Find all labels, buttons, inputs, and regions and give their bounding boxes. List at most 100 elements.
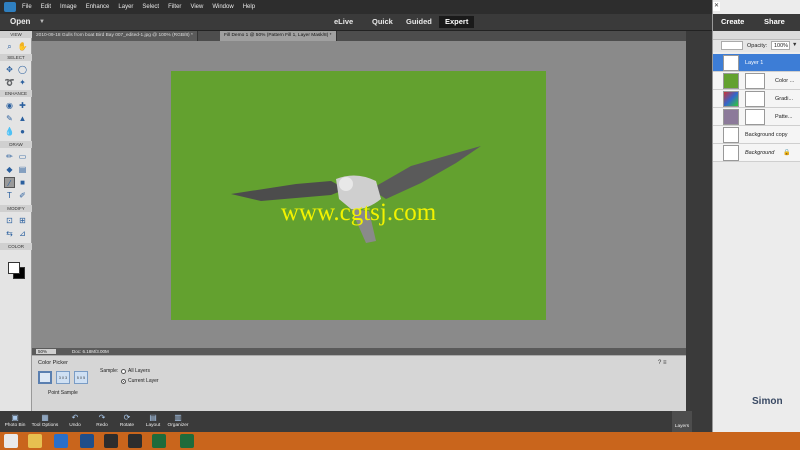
layer-thumbnail (723, 127, 739, 143)
menu-view[interactable]: View (190, 4, 203, 10)
layer-row[interactable]: Patte... (713, 108, 800, 126)
start-icon[interactable] (4, 434, 18, 448)
straighten-tool-icon[interactable]: ⊿ (17, 228, 28, 239)
layer-row[interactable]: Background 🔒 (713, 144, 800, 162)
undo-button[interactable]: ↶ Undo (60, 413, 90, 428)
tab-guided[interactable]: Guided (400, 16, 438, 28)
undo-label: Undo (69, 423, 81, 428)
app-logo-icon (4, 2, 16, 12)
layer-row[interactable]: Background copy (713, 126, 800, 144)
camtasia-icon[interactable] (152, 434, 166, 448)
shape-tool-icon[interactable]: ■ (17, 177, 28, 188)
tab-quick[interactable]: Quick (366, 16, 399, 28)
radio-current-layer[interactable]: Current Layer (121, 378, 159, 384)
menu-enhance[interactable]: Enhance (86, 4, 110, 10)
tool-options-label: Tool Options (31, 423, 59, 428)
canvas-area[interactable]: www.cgtsj.com (32, 41, 686, 348)
sample-heading: Sample: (100, 368, 119, 374)
organizer-icon: ▥ (174, 413, 182, 422)
crop-tool-icon[interactable]: ⊡ (4, 215, 15, 226)
menu-image[interactable]: Image (60, 4, 77, 10)
tab-expert[interactable]: Expert (439, 16, 475, 28)
menu-filter[interactable]: Filter (168, 4, 181, 10)
sample-5x5-button[interactable]: 5 X 5 (74, 371, 88, 384)
zoom-level[interactable]: 50% (36, 349, 56, 354)
move-tool-icon[interactable]: ✥ (4, 64, 15, 75)
red-eye-icon[interactable]: ◉ (4, 100, 15, 111)
gradient-tool-icon[interactable]: ▤ (17, 164, 28, 175)
app-icon[interactable] (128, 434, 142, 448)
blur-tool-icon[interactable]: 💧 (4, 126, 15, 137)
photo-bin-icon: ▣ (11, 413, 19, 422)
content-move-icon[interactable]: ⇆ (4, 228, 15, 239)
tab-elive[interactable]: eLive (328, 16, 359, 28)
healing-brush-icon[interactable]: ✚ (17, 100, 28, 111)
magic-wand-icon[interactable]: ✦ (17, 77, 28, 88)
radio-icon[interactable] (121, 378, 126, 384)
chevron-down-icon[interactable]: ▼ (39, 19, 45, 25)
document-image[interactable]: www.cgtsj.com (171, 71, 546, 320)
hand-tool-icon[interactable]: ✋ (17, 41, 28, 52)
menu-window[interactable]: Window (212, 4, 233, 10)
radio-icon[interactable] (121, 368, 126, 374)
sample-3x3-button[interactable]: 3 X 3 (56, 371, 70, 384)
layer-mask-thumbnail (745, 91, 765, 107)
layer-row[interactable]: Color ... (713, 72, 800, 90)
lock-icon: 🔒 (783, 150, 791, 156)
opacity-input[interactable]: 100% (771, 41, 790, 50)
menu-layer[interactable]: Layer (118, 4, 133, 10)
sponge-tool-icon[interactable]: ● (17, 126, 28, 137)
eyedropper-tool-icon[interactable]: ⁄ (4, 177, 15, 188)
photo-bin-button[interactable]: ▣ Photo Bin (0, 413, 30, 428)
open-button[interactable]: Open (10, 17, 30, 26)
layer-row[interactable]: Layer 1 (713, 54, 800, 72)
sample-point-button[interactable] (38, 371, 52, 384)
smart-brush-icon[interactable]: ✎ (4, 113, 15, 124)
foreground-color-swatch[interactable] (8, 262, 20, 274)
layer-thumbnail (723, 73, 739, 89)
section-modify: MODIFY (0, 205, 32, 212)
menu-file[interactable]: File (22, 4, 32, 10)
redo-icon: ↷ (98, 413, 106, 422)
layer-row[interactable]: Gradi... (713, 90, 800, 108)
zoom-tool-icon[interactable]: ⌕ (4, 41, 15, 52)
tab-document-fill-demo[interactable]: Fill Demo 1 @ 50% (Pattern Fill 1, Layer… (220, 31, 337, 41)
brush-tool-icon[interactable]: ✏ (4, 151, 15, 162)
create-button[interactable]: Create (721, 17, 744, 26)
recompose-tool-icon[interactable]: ⊞ (17, 215, 28, 226)
pencil-tool-icon[interactable]: ✐ (17, 190, 28, 201)
toolbox: VIEW ⌕ ✋ SELECT ✥ ◯ ➰ ✦ ENHANCE ◉ ✚ ✎ ▲ … (0, 31, 32, 411)
paint-bucket-icon[interactable]: ◆ (4, 164, 15, 175)
browser-icon[interactable] (54, 434, 68, 448)
channel-logo: Simon (730, 396, 798, 432)
close-icon[interactable]: ✕ (713, 2, 720, 11)
tool-options-button[interactable]: ▦ Tool Options (30, 413, 60, 428)
app-icon[interactable] (104, 434, 118, 448)
help-icon[interactable]: ? ≡ (658, 360, 667, 366)
menu-bar: File Edit Image Enhance Layer Select Fil… (0, 0, 800, 14)
radio-current-layer-label: Current Layer (128, 378, 159, 384)
panel-header: Create Share (713, 14, 800, 31)
tab-document-gulls[interactable]: 2010-09-18 Gulls from boat Bird Bay 007_… (32, 31, 198, 41)
eraser-tool-icon[interactable]: ▭ (17, 151, 28, 162)
camtasia-icon[interactable] (180, 434, 194, 448)
file-explorer-icon[interactable] (28, 434, 42, 448)
redo-label: Redo (96, 423, 108, 428)
clone-stamp-icon[interactable]: ▲ (17, 113, 28, 124)
panel-side-strip (686, 31, 712, 411)
menu-help[interactable]: Help (243, 4, 255, 10)
marquee-tool-icon[interactable]: ◯ (17, 64, 28, 75)
organizer-button[interactable]: ▥ Organizer (163, 413, 193, 428)
elements-app-icon[interactable] (80, 434, 94, 448)
type-tool-icon[interactable]: T (4, 190, 15, 201)
radio-all-layers[interactable]: All Layers (121, 368, 150, 374)
menu-select[interactable]: Select (142, 4, 159, 10)
blend-mode-select[interactable] (721, 41, 743, 50)
chevron-down-icon[interactable]: ▼ (792, 42, 797, 48)
share-button[interactable]: Share (764, 17, 785, 26)
lasso-tool-icon[interactable]: ➰ (4, 77, 15, 88)
layers-tab-button[interactable]: Layers (672, 411, 692, 432)
document-tabs: 2010-09-18 Gulls from boat Bird Bay 007_… (32, 31, 686, 41)
menu-edit[interactable]: Edit (41, 4, 51, 10)
photo-bin-label: Photo Bin (4, 423, 26, 428)
